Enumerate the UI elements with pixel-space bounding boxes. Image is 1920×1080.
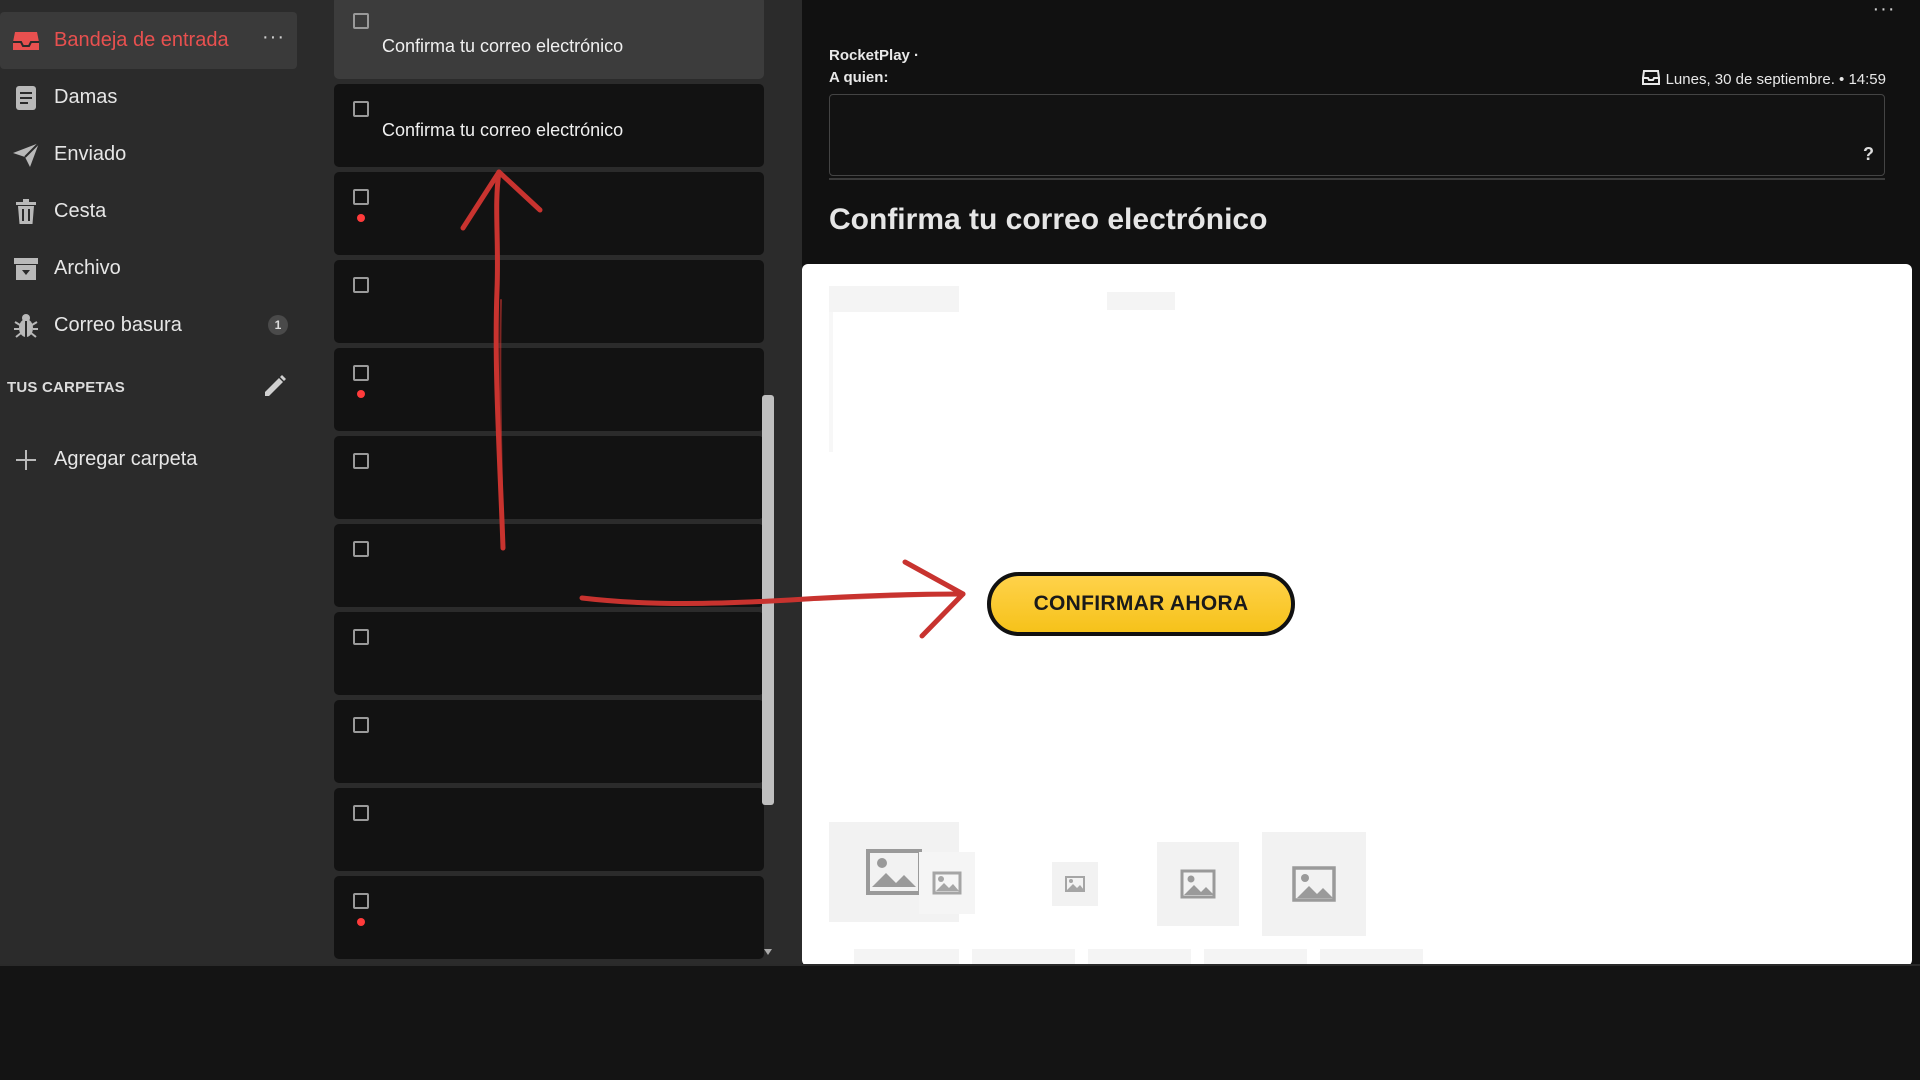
email-row[interactable] (334, 788, 764, 871)
sidebar-item-enviado[interactable]: Enviado (0, 126, 297, 183)
email-row[interactable] (334, 524, 764, 607)
sidebar-item-damas[interactable]: Damas (0, 69, 297, 126)
row-checkbox[interactable] (353, 541, 369, 557)
pencil-icon[interactable] (262, 373, 292, 403)
folders-header: TUS CARPETAS (7, 379, 125, 396)
sidebar-item-cesta[interactable]: Cesta (0, 183, 297, 240)
row-checkbox[interactable] (353, 805, 369, 821)
header-placeholder (1107, 292, 1175, 310)
row-checkbox[interactable] (353, 13, 369, 29)
sidebar-item-label: Cesta (54, 200, 107, 222)
email-row[interactable] (334, 876, 764, 959)
scroll-down-icon[interactable] (763, 948, 773, 958)
unread-dot (357, 390, 365, 398)
unread-dot (357, 214, 365, 222)
email-title: Confirma tu correo electrónico (829, 203, 1268, 236)
row-checkbox[interactable] (353, 277, 369, 293)
row-checkbox[interactable] (353, 629, 369, 645)
divider (829, 178, 1885, 180)
help-icon[interactable]: ? (1863, 144, 1874, 165)
row-checkbox[interactable] (353, 189, 369, 205)
more-options-icon[interactable]: ··· (1864, 0, 1904, 24)
row-checkbox[interactable] (353, 365, 369, 381)
recipient-label: A quien: (829, 69, 889, 86)
unread-count-badge: 1 (268, 315, 288, 335)
quick-reply-box[interactable]: ? (829, 94, 1885, 176)
trash-icon (3, 197, 49, 227)
row-checkbox[interactable] (353, 893, 369, 909)
email-row[interactable]: Confirma tu correo electrónico (334, 84, 764, 167)
email-row[interactable] (334, 172, 764, 255)
row-checkbox[interactable] (353, 101, 369, 117)
email-row[interactable]: Confirma tu correo electrónico (334, 0, 764, 79)
email-row[interactable] (334, 260, 764, 343)
unread-dot (357, 918, 365, 926)
sidebar-item-label: Enviado (54, 143, 127, 165)
inbox-small-icon (1641, 69, 1660, 89)
archive-icon (3, 254, 49, 284)
row-checkbox[interactable] (353, 717, 369, 733)
image-placeholder-icon (919, 852, 975, 914)
add-folder-button[interactable]: Agregar carpeta (0, 431, 297, 488)
email-row[interactable] (334, 612, 764, 695)
sidebar-item-correo-basura[interactable]: Correo basura 1 (0, 297, 297, 354)
email-row[interactable] (334, 436, 764, 519)
inbox-icon (3, 26, 49, 56)
bug-icon (3, 311, 49, 341)
email-subject: Confirma tu correo electrónico (382, 36, 624, 56)
sidebar-item-label: Damas (54, 86, 118, 108)
mail-app-window: Bandeja de entrada ··· Damas Enviado Ces… (0, 0, 1920, 1080)
email-row[interactable] (334, 700, 764, 783)
sidebar-item-archivo[interactable]: Archivo (0, 240, 297, 297)
email-body: CONFIRMAR AHORA (802, 264, 1912, 966)
image-placeholder-icon (1157, 842, 1239, 926)
image-placeholder-icon (1052, 862, 1098, 906)
email-list: Confirma tu correo electrónico Confirma … (305, 0, 802, 966)
row-checkbox[interactable] (353, 453, 369, 469)
sidebar-item-inbox[interactable]: Bandeja de entrada ··· (0, 12, 297, 69)
sidebar-item-label: Correo basura (54, 314, 182, 336)
send-icon (3, 140, 49, 170)
image-placeholder-icon (1262, 832, 1366, 936)
bottom-bar (0, 966, 1920, 1080)
email-subject: Confirma tu correo electrónico (382, 120, 624, 140)
reading-pane: ··· RocketPlay · A quien: Lunes, 30 de s… (802, 0, 1920, 966)
received-date: Lunes, 30 de septiembre. • 14:59 (1641, 69, 1886, 89)
email-row[interactable] (334, 348, 764, 431)
sender-name: RocketPlay · (829, 47, 920, 64)
body-placeholder (829, 312, 833, 452)
date-text: Lunes, 30 de septiembre. • 14:59 (1665, 70, 1886, 88)
logo-placeholder (829, 286, 959, 312)
sidebar-item-label: Archivo (54, 257, 121, 279)
document-icon (3, 83, 49, 113)
more-options-icon[interactable]: ··· (262, 26, 285, 49)
add-folder-label: Agregar carpeta (54, 448, 198, 470)
list-scrollbar[interactable] (762, 395, 774, 805)
sidebar-item-label: Bandeja de entrada (54, 29, 229, 51)
confirm-now-button[interactable]: CONFIRMAR AHORA (987, 572, 1295, 636)
sidebar: Bandeja de entrada ··· Damas Enviado Ces… (0, 0, 305, 966)
plus-icon (3, 445, 49, 475)
